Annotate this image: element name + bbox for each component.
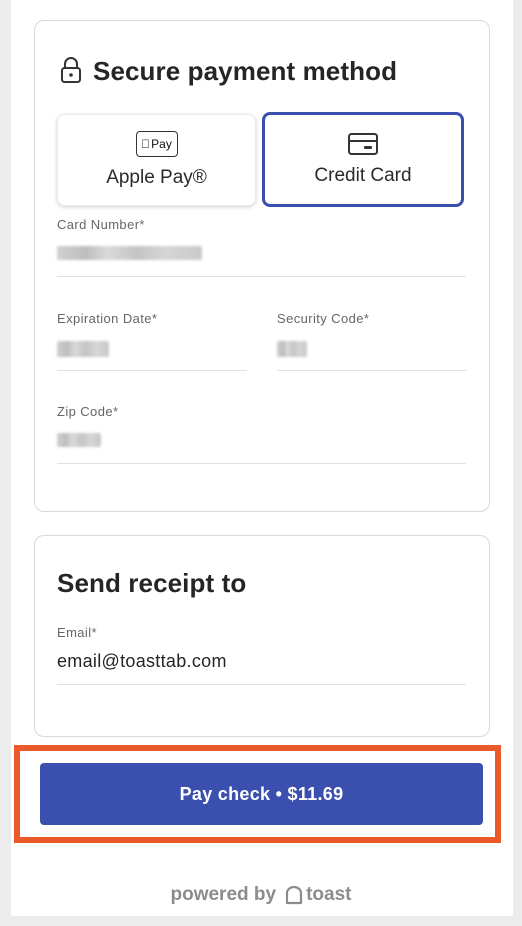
toast-logo: toast [284,884,351,906]
payment-method-card: Secure payment method Pay Apple Pay® Cr… [34,20,490,512]
pay-check-button[interactable]: Pay check • $11.69 [40,763,483,825]
expiration-masked-value [57,341,109,357]
security-masked-value [277,341,307,357]
powered-by-footer: powered by toast [0,884,522,906]
security-code-label: Security Code* [277,311,370,326]
receipt-card: Send receipt to Email* email@toasttab.co… [34,535,490,737]
zip-masked-value [57,433,101,447]
apple-pay-icon: Pay [135,131,178,157]
payment-title: Secure payment method [93,56,398,86]
credit-card-label: Credit Card [314,164,412,186]
card-number-masked-value [57,246,202,260]
toast-brand-text: toast [306,884,352,905]
apple-pay-label: Apple Pay® [106,167,207,188]
credit-card-icon [348,132,378,155]
email-label: Email* [57,625,97,640]
receipt-title: Send receipt to [57,568,247,598]
security-code-field[interactable]: Security Code* [277,311,467,371]
lock-icon [61,57,81,83]
toast-logo-icon [285,885,303,905]
apple-pay-button[interactable]: Pay Apple Pay® [57,114,256,206]
zip-code-field[interactable]: Zip Code* [57,404,466,464]
zip-code-label: Zip Code* [57,404,119,419]
expiration-date-label: Expiration Date* [57,311,158,326]
card-number-label: Card Number* [57,217,145,232]
credit-card-button[interactable]: Credit Card [262,112,464,207]
powered-by-text: powered by [170,884,277,905]
email-value: email@toasttab.com [57,651,227,671]
email-field[interactable]: Email* email@toasttab.com [57,625,466,685]
card-number-field[interactable]: Card Number* [57,217,466,277]
expiration-date-field[interactable]: Expiration Date* [57,311,247,371]
